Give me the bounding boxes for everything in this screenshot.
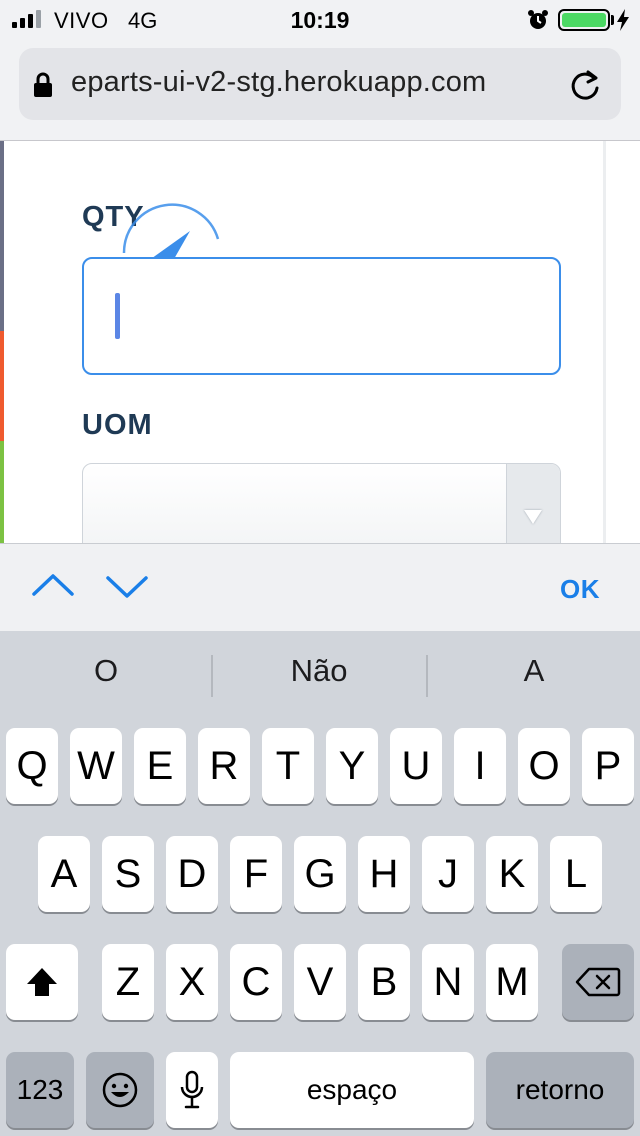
web-page: QTY UOM: [0, 141, 640, 543]
key-r[interactable]: R: [198, 728, 250, 804]
delete-key[interactable]: [562, 944, 634, 1020]
key-p[interactable]: P: [582, 728, 634, 804]
key-z[interactable]: Z: [102, 944, 154, 1020]
key-a[interactable]: A: [38, 836, 90, 912]
battery-icon: [558, 9, 610, 31]
key-e[interactable]: E: [134, 728, 186, 804]
lock-icon: [34, 72, 52, 97]
key-v[interactable]: V: [294, 944, 346, 1020]
uom-label: UOM: [82, 409, 153, 441]
key-j[interactable]: J: [422, 836, 474, 912]
key-i[interactable]: I: [454, 728, 506, 804]
delete-icon: [575, 967, 621, 997]
battery-tip: [611, 15, 614, 25]
key-y[interactable]: Y: [326, 728, 378, 804]
key-h[interactable]: H: [358, 836, 410, 912]
key-o[interactable]: O: [518, 728, 570, 804]
url-text: eparts-ui-v2-stg.herokuapp.com: [71, 66, 487, 98]
address-bar[interactable]: eparts-ui-v2-stg.herokuapp.com: [19, 48, 621, 120]
reload-icon[interactable]: [568, 68, 602, 102]
key-g[interactable]: G: [294, 836, 346, 912]
key-l[interactable]: L: [550, 836, 602, 912]
key-t[interactable]: T: [262, 728, 314, 804]
return-key[interactable]: retorno: [486, 1052, 634, 1128]
shift-key[interactable]: [6, 944, 78, 1020]
charging-bolt-icon: [617, 9, 629, 31]
uom-select-toggle[interactable]: [506, 464, 560, 543]
key-b[interactable]: B: [358, 944, 410, 1020]
suggestion-1[interactable]: O: [0, 653, 212, 689]
suggestion-3[interactable]: A: [428, 653, 640, 689]
key-n[interactable]: N: [422, 944, 474, 1020]
text-caret: [115, 293, 120, 339]
browser-toolbar: eparts-ui-v2-stg.herokuapp.com: [0, 40, 640, 141]
page-divider: [603, 141, 606, 543]
shift-icon: [27, 968, 57, 996]
dictation-key[interactable]: [166, 1052, 218, 1128]
ok-button[interactable]: OK: [560, 574, 600, 605]
key-q[interactable]: Q: [6, 728, 58, 804]
chevron-down-icon[interactable]: [104, 572, 150, 602]
status-bar: VIVO 4G 10:19: [0, 0, 640, 40]
key-u[interactable]: U: [390, 728, 442, 804]
uom-select[interactable]: [82, 463, 561, 543]
key-d[interactable]: D: [166, 836, 218, 912]
key-m[interactable]: M: [486, 944, 538, 1020]
numbers-key[interactable]: 123: [6, 1052, 74, 1128]
suggestion-2[interactable]: Não: [213, 653, 425, 689]
key-k[interactable]: K: [486, 836, 538, 912]
microphone-icon: [180, 1070, 204, 1109]
space-key[interactable]: espaço: [230, 1052, 474, 1128]
keyboard: O Não A Q W E R T Y U I O P A S D F G H …: [0, 631, 640, 1136]
dropdown-arrow-icon: [524, 510, 542, 524]
key-f[interactable]: F: [230, 836, 282, 912]
key-s[interactable]: S: [102, 836, 154, 912]
qty-input[interactable]: [82, 257, 561, 375]
alarm-icon: [528, 10, 548, 29]
accent-stripe-green: [0, 441, 4, 543]
key-c[interactable]: C: [230, 944, 282, 1020]
emoji-key[interactable]: [86, 1052, 154, 1128]
accent-stripe-orange: [0, 331, 4, 441]
accent-stripe-gray: [0, 141, 4, 331]
key-x[interactable]: X: [166, 944, 218, 1020]
emoji-icon: [102, 1072, 138, 1108]
chevron-up-icon[interactable]: [30, 570, 76, 600]
keyboard-accessory-bar: OK: [0, 543, 640, 631]
key-w[interactable]: W: [70, 728, 122, 804]
